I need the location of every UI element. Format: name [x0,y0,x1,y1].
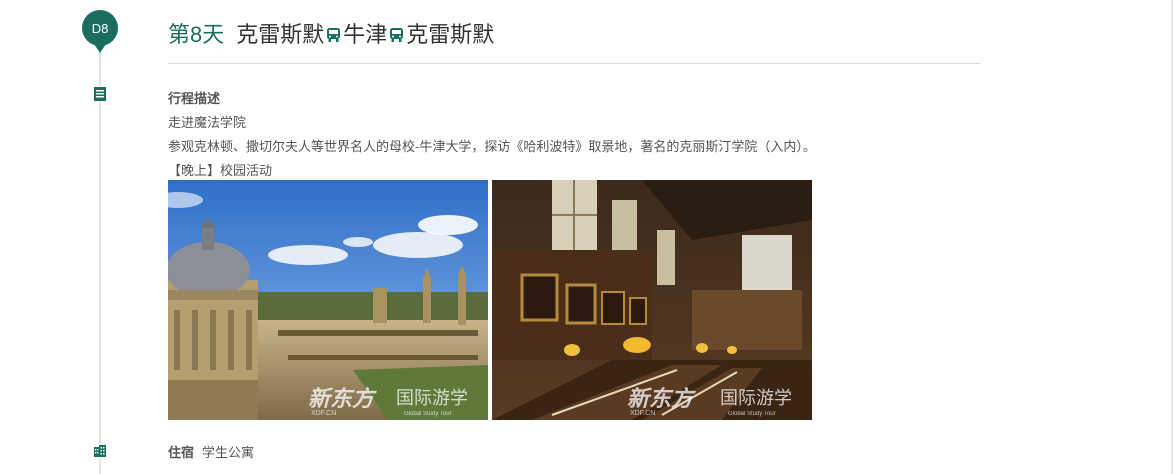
timeline-line [99,40,101,474]
accommodation-value: 学生公寓 [202,445,255,460]
route-city-mid: 牛津 [343,22,388,47]
itinerary-subtitle: 走进魔法学院 [168,115,247,130]
watermark-text: 国际游学 [396,388,468,408]
building-icon [92,443,108,459]
route-city-end: 克雷斯默 [406,22,495,47]
watermark-brand: 新东方 [627,386,696,411]
day-badge: D8 [82,10,118,53]
oxford-skyline-photo: 新东方 XDF.CN 国际游学 Global Study Tour [168,180,488,420]
day-title: 第8天 克雷斯默 牛津 克雷斯默 [168,16,494,50]
bus-icon [389,27,404,43]
watermark-small: Global Study Tour [404,411,452,417]
itinerary-description: 参观克林顿、撒切尔夫人等世界名人的母校-牛津大学，探访《哈利波特》取景地，著名的… [168,139,816,154]
bus-icon [326,27,341,43]
accommodation-row: 住宿 学生公寓 [168,442,254,461]
great-hall-photo: 新东方 XDF.CN 国际游学 Global Study Tour [492,180,812,420]
document-icon [92,86,108,102]
watermark-small: Global Study Tour [728,411,776,417]
watermark-text: 国际游学 [720,388,792,408]
route-city-start: 克雷斯默 [236,22,325,47]
watermark-sub: XDF.CN [630,410,655,417]
accommodation-label: 住宿 [168,445,195,460]
day-label: 第8天 [168,22,225,47]
evening-activity: 【晚上】校园活动 [168,163,273,178]
divider [168,63,980,64]
watermark-brand: 新东方 [308,386,377,411]
watermark-sub: XDF.CN [311,410,336,417]
itinerary-heading: 行程描述 [168,91,221,106]
